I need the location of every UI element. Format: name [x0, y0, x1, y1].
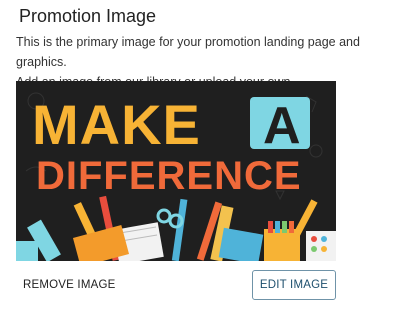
section-title: Promotion Image — [19, 6, 157, 26]
headline-make: MAKE — [32, 93, 201, 156]
headline-a: A — [263, 97, 301, 155]
description-line-1: This is the primary image for your promo… — [16, 35, 360, 69]
remove-image-button[interactable]: REMOVE IMAGE — [23, 279, 116, 291]
promotion-image-artwork: MAKE A DIFFERENCE — [16, 81, 336, 261]
headline-difference: DIFFERENCE — [36, 154, 302, 198]
promotion-image: MAKE A DIFFERENCE — [16, 81, 336, 261]
edit-image-button[interactable]: EDIT IMAGE — [252, 270, 336, 300]
